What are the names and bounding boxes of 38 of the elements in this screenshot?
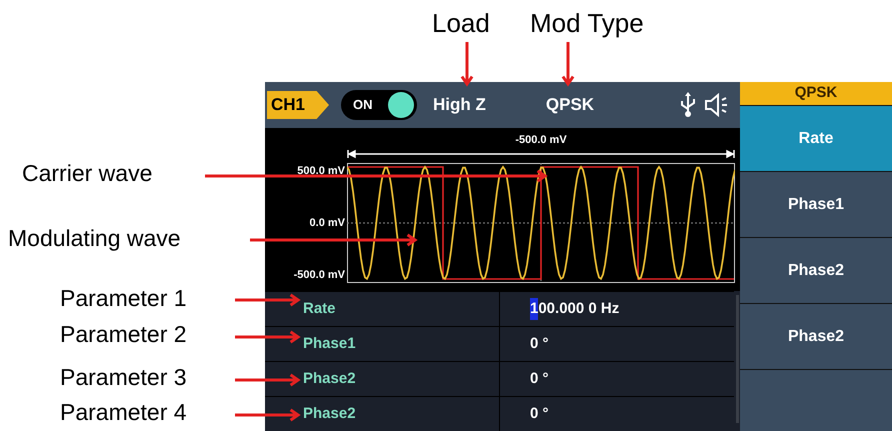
callout-arrow [460,42,474,87]
softkey[interactable]: Phase1 [740,172,892,237]
channel-badge: CH1 [267,91,329,119]
parameter-name: Rate [265,292,500,326]
axis-label: 500.0 mV [297,164,345,179]
callout-label: Mod Type [530,10,644,36]
axis-label: 0.0 mV [310,216,345,231]
output-toggle[interactable]: ON [341,90,417,120]
callout-label: Carrier wave [22,162,152,185]
parameter-value[interactable]: 0 ° [500,397,734,431]
callout-arrow [235,330,301,344]
callout-label: Parameter 4 [60,401,187,424]
softkey[interactable]: Rate [740,106,892,171]
parameter-name: Phase2 [265,362,500,396]
callout-arrow [235,374,301,386]
callout-label: Parameter 1 [60,287,187,310]
load-label: High Z [433,94,486,116]
callout-label: Modulating wave [8,227,181,250]
callout-arrow [235,294,301,306]
callout-label: Load [432,10,490,36]
axis-label: -500.0 mV [294,268,345,282]
scrollbar[interactable] [736,295,738,423]
callout-arrow [562,42,574,87]
callout-label: Parameter 3 [60,366,187,389]
parameter-name: Phase2 [265,397,500,431]
parameter-value[interactable]: 0 ° [500,327,734,361]
menu-title: QPSK [740,82,892,105]
parameter-value[interactable]: 100.000 0 Hz [500,292,734,326]
callout-arrow [235,408,301,422]
parameter-name: Phase1 [265,327,500,361]
softkey[interactable]: Phase2 [740,238,892,303]
parameter-value[interactable]: 0 ° [500,362,734,396]
span-label: -500.0 mV [514,133,568,148]
callout-label: Parameter 2 [60,323,187,346]
softkey[interactable]: Phase2 [740,304,892,369]
usb-icon [680,92,696,118]
mod-type-label: QPSK [546,94,594,116]
speaker-icon [704,93,730,117]
